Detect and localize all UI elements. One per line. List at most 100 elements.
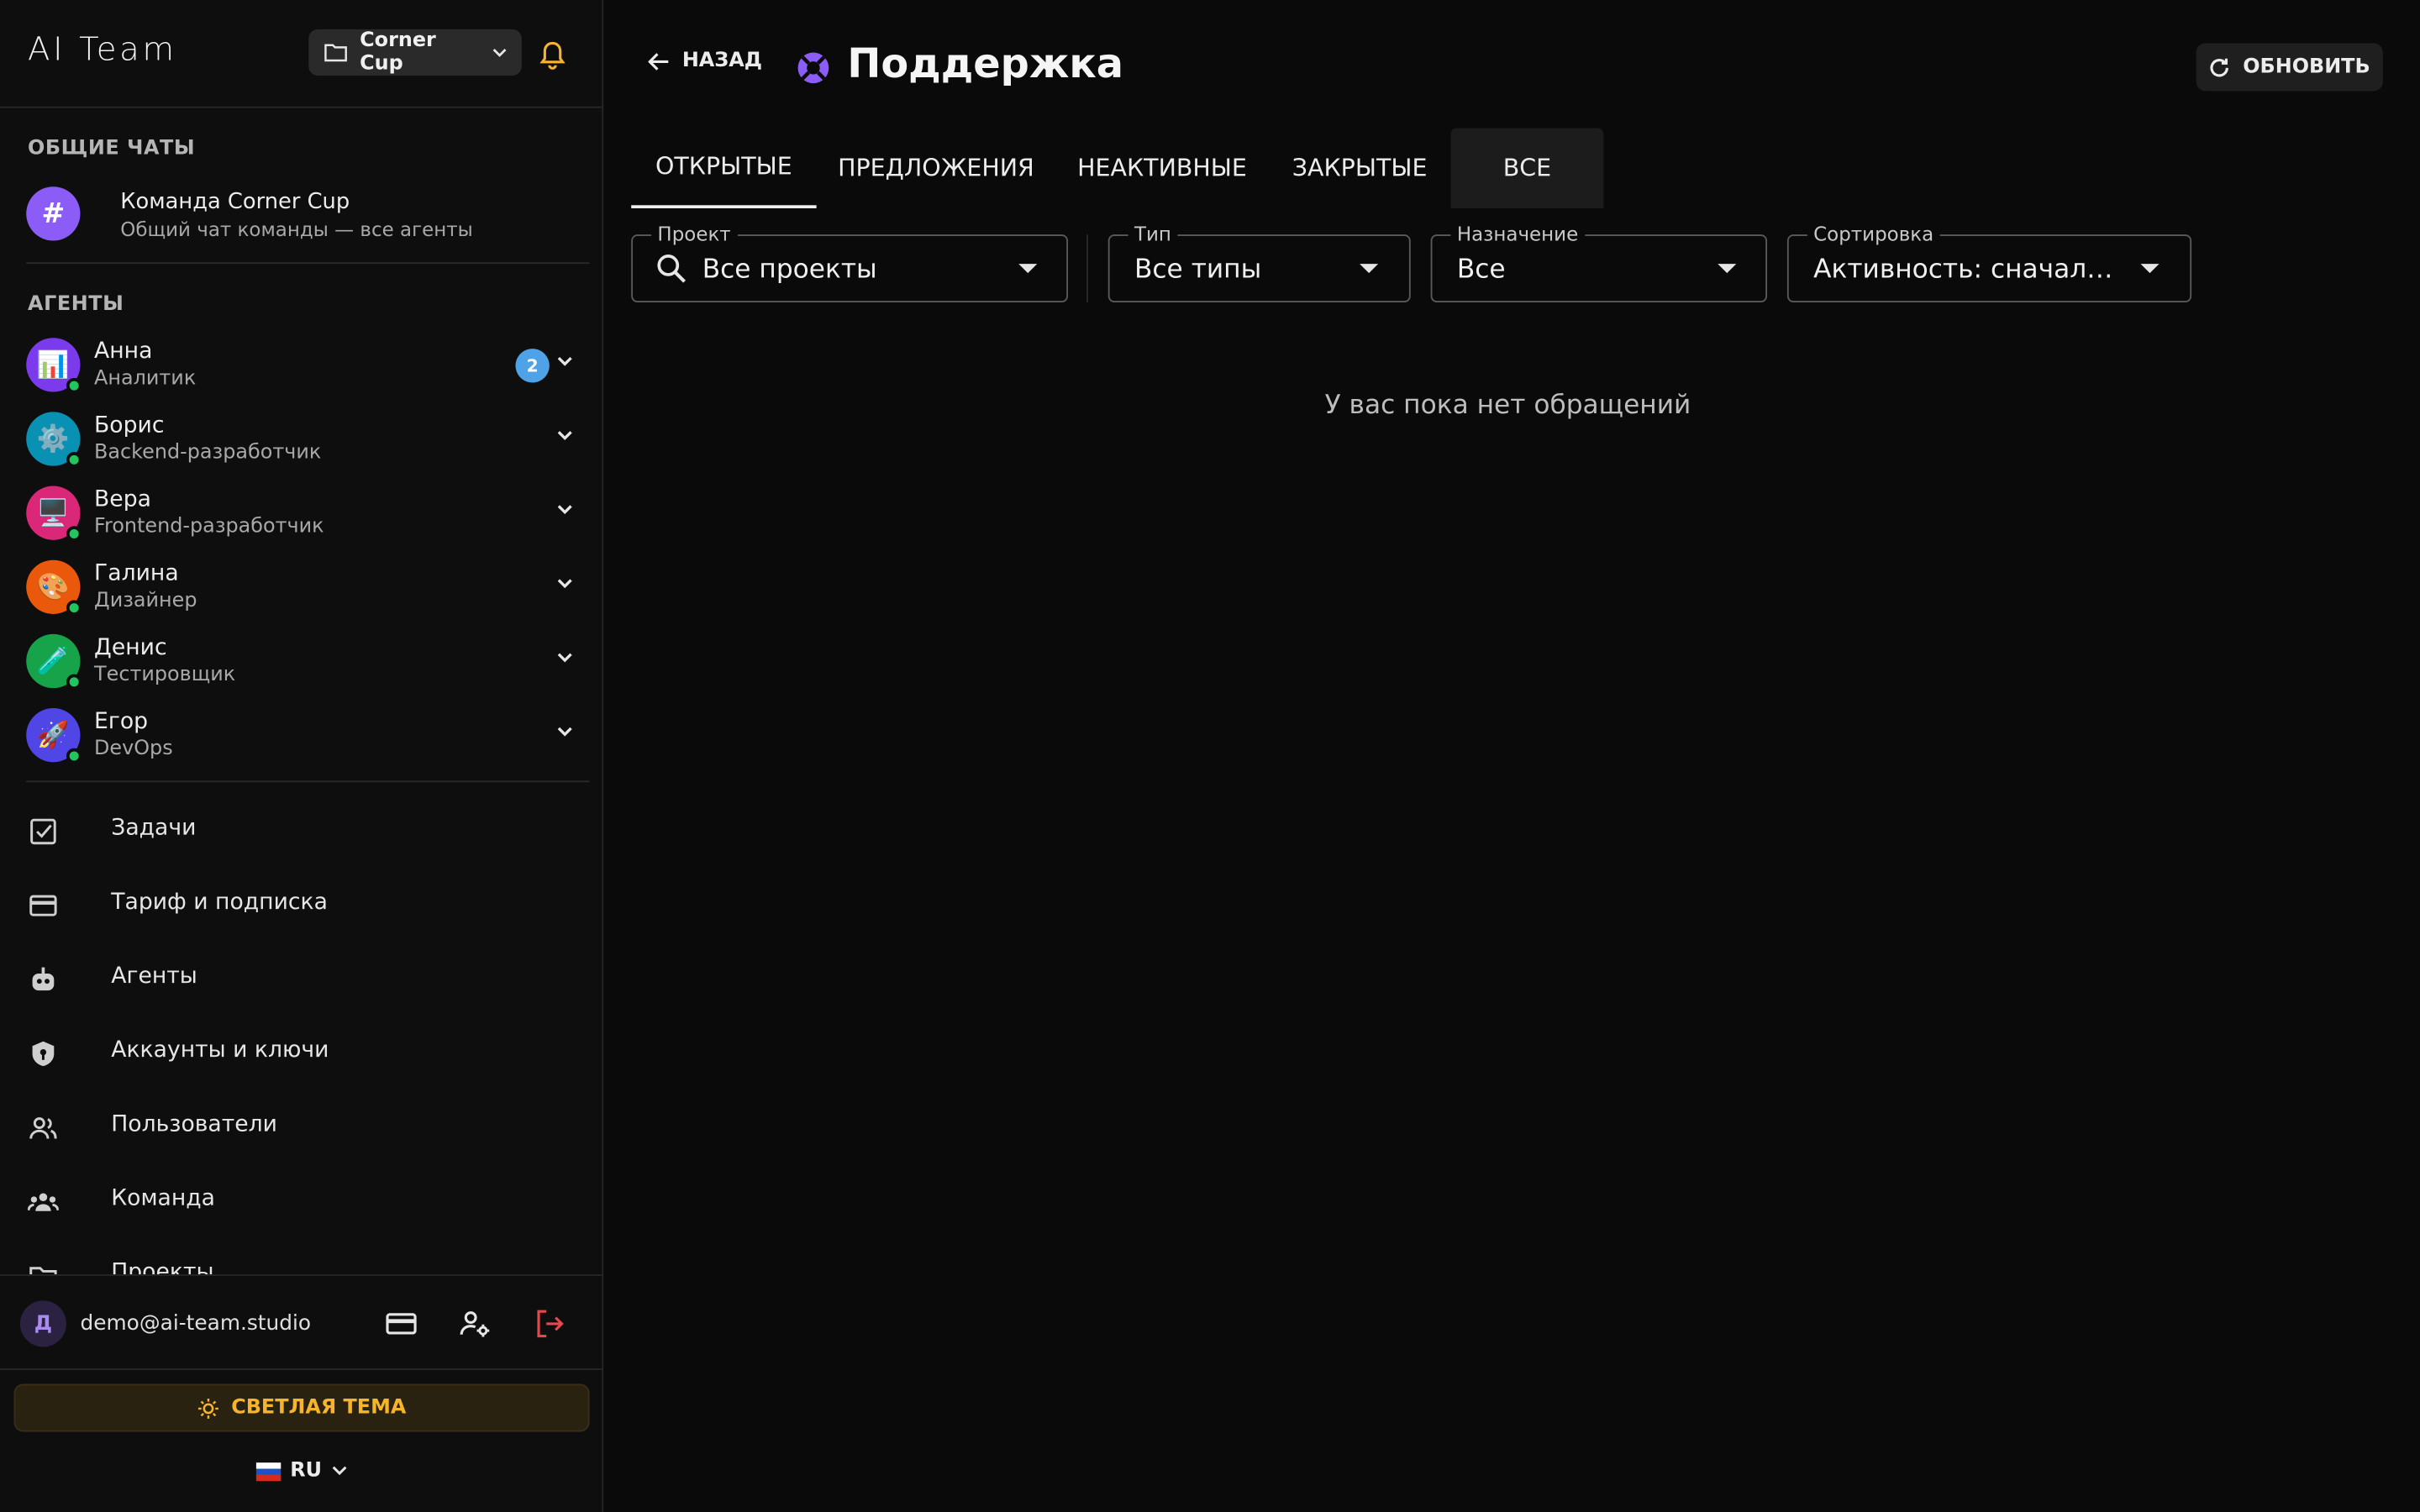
theme-button-label: СВЕТЛАЯ ТЕМА bbox=[231, 1396, 407, 1420]
back-button[interactable]: НАЗАД bbox=[648, 50, 762, 72]
chevron-down-icon[interactable] bbox=[555, 725, 574, 738]
app-brand: AI Team bbox=[28, 30, 177, 68]
team-chat-item[interactable]: # Команда Corner Cup Общий чат команды —… bbox=[0, 175, 603, 252]
chevron-down-icon[interactable] bbox=[555, 429, 574, 442]
nav-label: Пользователи bbox=[111, 1112, 278, 1137]
caret-down-icon bbox=[2140, 264, 2160, 274]
unread-badge: 2 bbox=[515, 349, 550, 383]
agent-item-anna[interactable]: 📊 Анна Аналитик 2 bbox=[0, 328, 603, 402]
chevron-down-icon bbox=[331, 1466, 346, 1476]
project-filter-label: Проект bbox=[651, 222, 738, 246]
nav-item-projects[interactable]: Проекты bbox=[0, 1242, 603, 1275]
type-filter-value: Все типы bbox=[1134, 255, 1262, 286]
main-content: НАЗАД Поддержка ОБНОВИТЬ ОТКРЫТЫЕ ПРЕДЛО… bbox=[605, 0, 2420, 1512]
chevron-down-icon[interactable] bbox=[555, 354, 574, 367]
tab-closed[interactable]: ЗАКРЫТЫЕ bbox=[1269, 128, 1451, 208]
user-settings-icon[interactable] bbox=[458, 1307, 492, 1341]
agents-header: АГЕНТЫ bbox=[28, 292, 124, 317]
nav-item-agents[interactable]: Агенты bbox=[0, 946, 603, 1014]
user-email: demo@ai-team.studio bbox=[80, 1311, 312, 1336]
users-icon bbox=[29, 1117, 57, 1139]
agent-name: Вера bbox=[94, 487, 151, 512]
agent-role: Аналитик bbox=[94, 367, 197, 391]
shield-key-icon bbox=[32, 1041, 55, 1067]
assignment-filter-value: Все bbox=[1456, 255, 1506, 286]
agent-role: Дизайнер bbox=[94, 589, 197, 613]
caret-down-icon bbox=[1018, 264, 1038, 274]
agent-item-galina[interactable]: 🎨 Галина Дизайнер bbox=[0, 551, 603, 625]
task-check-icon bbox=[30, 818, 56, 845]
team-chat-icon: # bbox=[26, 186, 81, 241]
nav-item-team[interactable]: Команда bbox=[0, 1168, 603, 1236]
caret-down-icon bbox=[1360, 264, 1379, 274]
nav-label: Тариф и подписка bbox=[111, 890, 328, 916]
credit-card-icon bbox=[29, 895, 57, 916]
assignment-filter[interactable]: Назначение Все bbox=[1430, 222, 1768, 302]
assignment-filter-label: Назначение bbox=[1450, 222, 1585, 246]
chevron-down-icon[interactable] bbox=[555, 577, 574, 590]
language-code: RU bbox=[290, 1459, 323, 1483]
nav-item-billing[interactable]: Тариф и подписка bbox=[0, 872, 603, 940]
light-theme-button[interactable]: СВЕТЛАЯ ТЕМА bbox=[13, 1383, 590, 1432]
tab-proposals[interactable]: ПРЕДЛОЖЕНИЯ bbox=[817, 128, 1056, 208]
agent-item-denis[interactable]: 🧪 Денис Тестировщик bbox=[0, 625, 603, 699]
user-bar: Д demo@ai-team.studio bbox=[0, 1274, 604, 1370]
project-filter-value: Все проекты bbox=[702, 255, 877, 286]
team-icon bbox=[28, 1193, 59, 1211]
refresh-icon bbox=[2210, 57, 2229, 76]
sidebar: AI Team Corner Cup ОБЩИЕ ЧАТЫ # Команда … bbox=[0, 0, 604, 1512]
nav-item-tasks[interactable]: Задачи bbox=[0, 798, 603, 866]
sidebar-nav: Задачи Тариф и подписка Агенты Аккаунты … bbox=[0, 787, 603, 1275]
chevron-down-icon[interactable] bbox=[555, 503, 574, 516]
nav-item-users[interactable]: Пользователи bbox=[0, 1094, 603, 1162]
tab-inactive[interactable]: НЕАКТИВНЫЕ bbox=[1055, 128, 1268, 208]
tab-open[interactable]: ОТКРЫТЫЕ bbox=[631, 128, 817, 208]
refresh-button-label: ОБНОВИТЬ bbox=[2243, 55, 2370, 79]
bell-icon[interactable] bbox=[537, 40, 568, 71]
agent-role: Frontend-разработчик bbox=[94, 515, 324, 539]
empty-state-message: У вас пока нет обращений bbox=[1324, 390, 1691, 422]
avatar: Д bbox=[19, 1300, 66, 1347]
sort-select-label: Сортировка bbox=[1807, 222, 1940, 246]
type-filter[interactable]: Тип Все типы bbox=[1107, 222, 1411, 302]
project-filter[interactable]: Проект Все проекты bbox=[631, 222, 1068, 302]
agent-item-egor[interactable]: 🚀 Егор DevOps bbox=[0, 699, 603, 773]
russia-flag-icon bbox=[255, 1462, 281, 1481]
online-status-dot bbox=[66, 674, 82, 690]
logout-icon[interactable] bbox=[533, 1307, 566, 1341]
chevron-down-icon bbox=[492, 48, 506, 57]
sort-select-value: Активность: сначала ... bbox=[1813, 255, 2123, 286]
nav-label: Аккаунты и ключи bbox=[111, 1038, 329, 1063]
agent-role: DevOps bbox=[94, 737, 173, 761]
credit-card-icon[interactable] bbox=[384, 1307, 418, 1341]
agent-item-boris[interactable]: ⚙️ Борис Backend-разработчик bbox=[0, 402, 603, 476]
divider bbox=[26, 780, 590, 783]
agent-role: Тестировщик bbox=[94, 663, 236, 687]
agent-item-vera[interactable]: 🖥️ Вера Frontend-разработчик bbox=[0, 477, 603, 551]
sun-icon bbox=[197, 1398, 218, 1418]
robot-icon bbox=[32, 967, 55, 991]
language-selector[interactable]: RU bbox=[255, 1459, 347, 1483]
arrow-left-icon bbox=[648, 52, 669, 70]
search-icon bbox=[657, 255, 687, 283]
chevron-down-icon[interactable] bbox=[555, 651, 574, 664]
agent-name: Денис bbox=[94, 635, 167, 661]
online-status-dot bbox=[66, 600, 82, 616]
refresh-button[interactable]: ОБНОВИТЬ bbox=[2196, 43, 2383, 92]
filter-separator bbox=[1086, 234, 1088, 302]
nav-label: Команда bbox=[111, 1186, 216, 1211]
agent-name: Анна bbox=[94, 339, 153, 365]
team-chat-name: Команда Corner Cup bbox=[120, 189, 350, 215]
folder-icon bbox=[324, 44, 347, 62]
team-chat-subtitle: Общий чат команды — все агенты bbox=[120, 217, 473, 241]
nav-label: Задачи bbox=[111, 816, 197, 842]
agent-role: Backend-разработчик bbox=[94, 441, 322, 465]
project-selector[interactable]: Corner Cup bbox=[308, 29, 522, 76]
sidebar-header: AI Team Corner Cup bbox=[0, 0, 604, 108]
nav-item-accounts[interactable]: Аккаунты и ключи bbox=[0, 1020, 603, 1088]
online-status-dot bbox=[66, 748, 82, 764]
sort-select[interactable]: Сортировка Активность: сначала ... bbox=[1786, 222, 2192, 302]
divider bbox=[26, 262, 590, 265]
tab-all[interactable]: ВСЕ bbox=[1450, 128, 1604, 208]
agent-name: Галина bbox=[94, 561, 179, 586]
